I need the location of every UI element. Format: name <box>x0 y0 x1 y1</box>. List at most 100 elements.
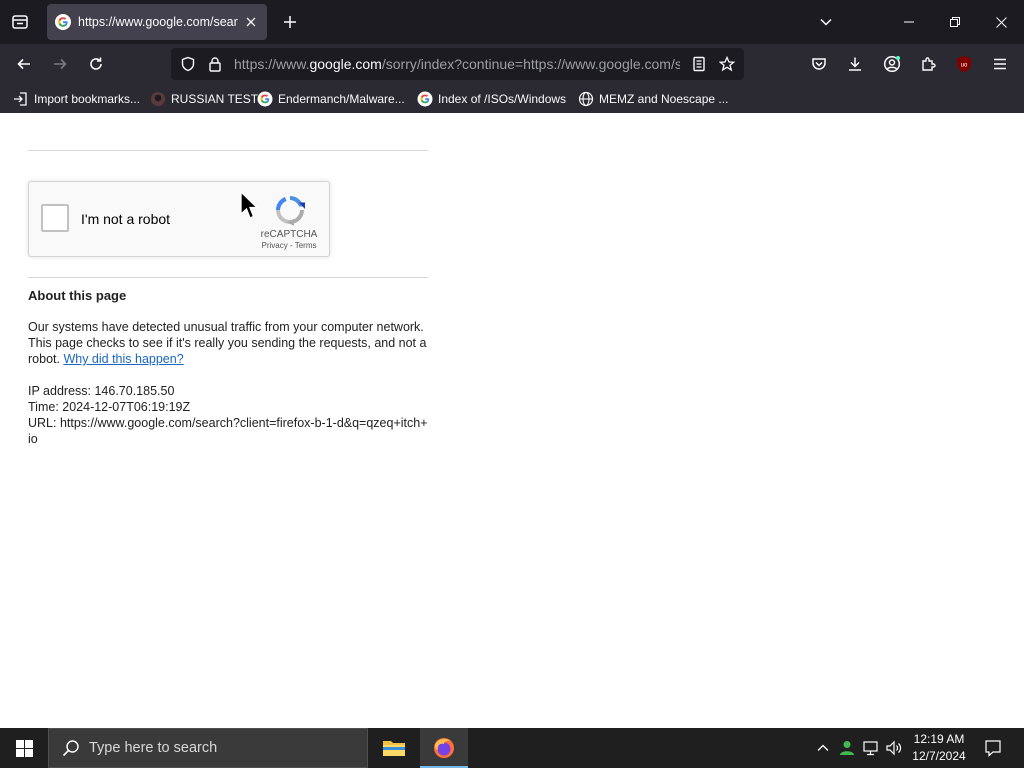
recaptcha-widget: I'm not a robot reCAPTCHA Privacy - Term… <box>28 181 330 257</box>
clock-date: 12/7/2024 <box>912 749 966 763</box>
close-window-button[interactable] <box>978 0 1024 44</box>
network-icon[interactable] <box>861 738 881 758</box>
volume-icon[interactable] <box>884 738 904 758</box>
list-all-tabs-button[interactable] <box>812 8 840 36</box>
minimize-button[interactable] <box>886 0 932 44</box>
download-icon <box>849 57 861 71</box>
account-button[interactable] <box>878 50 906 78</box>
why-did-this-happen-link[interactable]: Why did this happen? <box>63 352 183 366</box>
forward-button[interactable] <box>46 50 74 78</box>
firefox-view-icon <box>12 15 28 29</box>
folder-icon <box>383 741 405 756</box>
pocket-button[interactable] <box>805 50 833 78</box>
google-g-icon <box>55 14 71 30</box>
divider <box>28 150 428 151</box>
recaptcha-logo-icon <box>276 196 305 226</box>
tab-title: https://www.google.com/search?client=fir… <box>78 15 238 29</box>
lock-icon[interactable] <box>206 55 224 73</box>
bookmark-label: Index of /ISOs/Windows <box>438 92 567 106</box>
url-prefix: https://www. <box>234 56 310 72</box>
account-icon <box>883 55 901 73</box>
arrow-right-icon <box>54 58 67 70</box>
divider <box>28 277 428 278</box>
bookmarks-toolbar: Import bookmarks... RUSSIAN TEST Enderma… <box>0 84 1024 113</box>
clock-time: 12:19 AM <box>913 732 965 746</box>
bookmark-import[interactable]: Import bookmarks... <box>13 89 140 109</box>
search-placeholder: Type here to search <box>89 740 218 756</box>
url-path: /sorry/index?continue=https://www.google… <box>381 56 680 72</box>
back-button[interactable] <box>10 50 38 78</box>
bookmark-label: Import bookmarks... <box>34 92 141 106</box>
timestamp: Time: 2024-12-07T06:19:19Z <box>28 400 191 414</box>
firefox-view-button[interactable] <box>4 8 36 36</box>
tracking-protection-shield-icon[interactable] <box>179 55 197 73</box>
ublock-shield-icon: uo <box>957 56 971 72</box>
action-center-button[interactable] <box>978 728 1008 768</box>
taskbar-clock[interactable]: 12:19 AM 12/7/2024 <box>904 731 974 765</box>
google-g-icon <box>257 91 273 107</box>
bookmark-label: MEMZ and Noescape ... <box>599 92 729 106</box>
extensions-button[interactable] <box>914 50 942 78</box>
address-bar[interactable]: https://www.google.com/sorry/index?conti… <box>171 48 744 80</box>
github-icon <box>150 91 166 107</box>
recaptcha-label[interactable]: I'm not a robot <box>81 211 170 227</box>
ublock-origin-button[interactable]: uo <box>950 50 978 78</box>
puzzle-icon <box>922 57 936 71</box>
taskbar-search-box[interactable]: Type here to search <box>48 728 368 768</box>
bookmark-index-isos[interactable]: Index of /ISOs/Windows <box>417 89 566 109</box>
recaptcha-checkbox[interactable] <box>41 204 69 232</box>
reload-button[interactable] <box>82 50 110 78</box>
bookmark-endermanch[interactable]: Endermanch/Malware... <box>257 89 405 109</box>
chevron-up-icon <box>817 744 829 751</box>
reload-icon <box>90 57 102 70</box>
windows-logo-icon <box>15 739 33 757</box>
close-icon <box>246 17 256 27</box>
firefox-taskbar-button[interactable] <box>420 728 468 768</box>
url-domain: google.com <box>309 56 382 72</box>
bookmark-label: Endermanch/Malware... <box>278 92 405 106</box>
recaptcha-separator: - <box>287 241 295 250</box>
bookmark-memz[interactable]: MEMZ and Noescape ... <box>578 89 728 109</box>
pocket-icon <box>812 58 826 70</box>
user-tray-icon[interactable] <box>837 738 857 758</box>
downloads-button[interactable] <box>841 50 869 78</box>
bookmark-label: RUSSIAN TEST <box>171 92 259 106</box>
firefox-logo-icon <box>434 738 454 758</box>
page-content: I'm not a robot reCAPTCHA Privacy - Term… <box>0 113 1024 728</box>
title-bar: https://www.google.com/search?client=fir… <box>0 0 1024 44</box>
file-explorer-button[interactable] <box>370 728 418 768</box>
recaptcha-links: Privacy - Terms <box>249 241 329 250</box>
tab-google-search[interactable]: https://www.google.com/search?client=fir… <box>47 4 267 40</box>
restore-icon <box>950 17 960 27</box>
restore-button[interactable] <box>932 0 978 44</box>
import-icon <box>13 91 29 107</box>
chevron-down-icon <box>820 18 832 26</box>
request-url: URL: https://www.google.com/search?clien… <box>28 416 428 446</box>
svg-text:uo: uo <box>961 63 968 69</box>
plus-icon <box>284 16 296 28</box>
arrow-left-icon <box>17 58 30 70</box>
bookmark-star-icon[interactable] <box>718 55 736 73</box>
start-button[interactable] <box>0 728 48 768</box>
recaptcha-privacy-link[interactable]: Privacy <box>262 241 288 250</box>
globe-icon <box>578 91 594 107</box>
bookmark-russian-test[interactable]: RUSSIAN TEST <box>150 89 258 109</box>
show-hidden-icons-button[interactable] <box>813 738 833 758</box>
recaptcha-brand: reCAPTCHA <box>260 229 318 240</box>
search-icon <box>61 738 81 758</box>
hamburger-menu-icon <box>994 58 1006 70</box>
close-icon <box>995 16 1007 28</box>
about-title: About this page <box>28 288 127 303</box>
new-tab-button[interactable] <box>276 8 304 36</box>
google-g-icon <box>417 91 433 107</box>
about-description: Our systems have detected unusual traffi… <box>28 319 428 367</box>
notification-icon <box>985 740 1001 757</box>
windows-taskbar: Type here to search 12:19 AM 12/7/2024 <box>0 728 1024 768</box>
minimize-icon <box>904 21 914 23</box>
reader-view-icon[interactable] <box>690 55 708 73</box>
url-text[interactable]: https://www.google.com/sorry/index?conti… <box>234 56 680 74</box>
recaptcha-terms-link[interactable]: Terms <box>295 241 317 250</box>
ip-address: IP address: 146.70.185.50 <box>28 384 175 398</box>
app-menu-button[interactable] <box>986 50 1014 78</box>
tab-close-button[interactable] <box>243 14 259 30</box>
